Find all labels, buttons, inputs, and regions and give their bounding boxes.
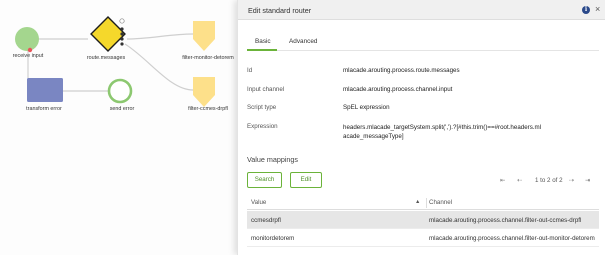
next-page-icon[interactable]: ⇢ [569,177,574,184]
error-port-icon[interactable] [27,47,33,53]
tabs-divider [247,50,599,51]
last-page-icon[interactable]: ⇥ [585,177,590,184]
tab-basic[interactable]: Basic [255,38,271,45]
flow-canvas[interactable]: receive input route.messages filter-moni… [0,0,237,255]
previous-page-icon[interactable]: ⇠ [517,177,522,184]
node-filter-ccmes-drpfl[interactable] [193,77,215,107]
value-mappings-title: Value mappings [247,155,299,164]
expression-label: Expression [247,123,278,130]
router-port-icon[interactable] [120,27,124,31]
flow-diagram[interactable] [0,0,237,255]
node-label-send-error: send error [109,106,135,112]
id-label: Id [247,67,253,74]
panel-title: Edit standard router [248,6,312,15]
cell-channel: mlacade.arouting.process.channel.filter-… [429,235,595,242]
router-port-icon[interactable] [120,37,124,41]
input-channel-value: mlacade.arouting.process.channel.input [343,86,453,93]
connector-route-filter-monitor [126,33,194,40]
table-row[interactable]: monitordetorem mlacade.arouting.process.… [247,229,599,247]
search-button[interactable]: Search [247,172,282,188]
cell-channel: mlacade.arouting.process.channel.filter-… [429,217,582,224]
router-port-icon[interactable] [119,18,125,24]
app-root: receive input route.messages filter-moni… [0,0,605,255]
column-divider[interactable] [426,198,427,208]
connector-route-filter-ccmes [124,43,194,91]
panel-header: Edit standard router i × [238,0,605,20]
table-row[interactable]: ccmesdrpfl mlacade.arouting.process.chan… [247,211,599,229]
column-header-value[interactable]: Value [251,199,266,206]
pagination-text: 1 to 2 of 2 [535,177,563,184]
edit-button[interactable]: Edit [290,172,322,188]
close-icon[interactable]: × [595,4,600,14]
router-port-icon[interactable] [120,32,124,36]
router-port-icon[interactable] [120,42,124,46]
cell-value: ccmesdrpfl [251,217,281,224]
node-label-transform-error: transform error [26,106,62,112]
node-label-receive-input: receive input [12,53,44,59]
node-transform-error[interactable] [27,78,63,102]
column-header-channel[interactable]: Channel [429,199,452,206]
node-send-error[interactable] [107,78,133,104]
sort-ascending-icon[interactable]: ▲ [415,199,420,205]
info-icon[interactable]: i [582,6,590,14]
node-label-route-messages: route.messages [86,55,126,61]
node-label-filter-ccmes: filter-ccmes-drpfl [188,106,228,112]
script-type-value: SpEL expression [343,104,390,111]
tab-advanced[interactable]: Advanced [289,38,317,45]
edit-router-panel: Edit standard router i × Basic Advanced … [237,0,605,255]
node-receive-input[interactable] [15,27,39,51]
node-label-filter-monitor: filter-monitor-detorem [182,55,234,61]
node-filter-monitor-detorem[interactable] [193,21,215,51]
table-header: Value ▲ Channel [247,196,599,210]
active-tab-indicator [247,49,277,51]
cell-value: monitordetorem [251,235,295,242]
first-page-icon[interactable]: ⇤ [500,177,505,184]
id-value: mlacade.arouting.process.route.messages [343,67,460,74]
script-type-label: Script type [247,104,277,111]
expression-value: headers.mlacade_targetSystem.split(',').… [343,124,542,140]
input-channel-label: Input channel [247,86,285,93]
